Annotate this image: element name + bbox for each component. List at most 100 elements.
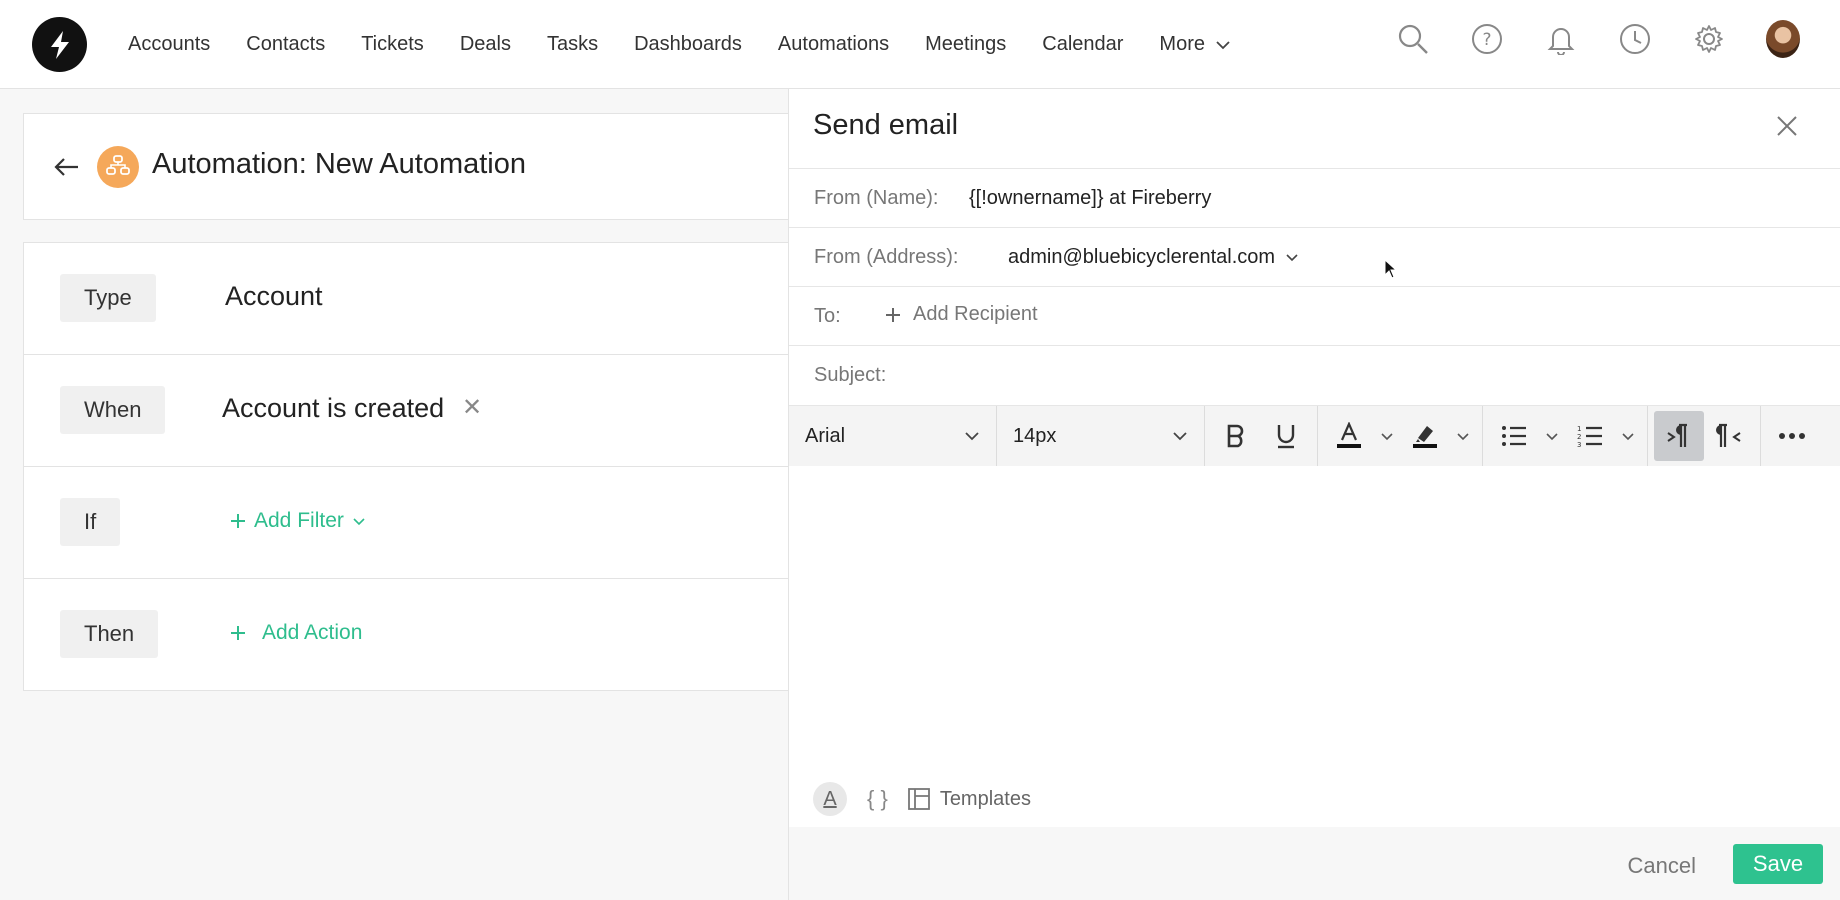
ltr-paragraph-icon bbox=[1667, 423, 1687, 447]
numbered-list-dropdown[interactable] bbox=[1615, 411, 1641, 461]
bell-icon[interactable] bbox=[1544, 22, 1578, 56]
drawer-actions: Cancel Save bbox=[789, 827, 1840, 900]
top-navigation: Accounts Contacts Tickets Deals Tasks Da… bbox=[0, 0, 1840, 89]
rule-row-type: Type Account bbox=[24, 243, 794, 355]
bullet-list-button[interactable] bbox=[1489, 411, 1539, 461]
nav-item-calendar[interactable]: Calendar bbox=[1042, 33, 1123, 56]
automation-header: Automation: New Automation bbox=[23, 113, 793, 220]
type-value[interactable]: Account bbox=[225, 281, 323, 312]
add-filter-label: Add Filter bbox=[254, 509, 344, 532]
bold-icon bbox=[1227, 424, 1244, 448]
from-address-select[interactable]: admin@bluebicyclerental.com bbox=[1008, 246, 1299, 269]
add-filter-button[interactable]: Add Filter bbox=[230, 509, 366, 533]
chevron-down-icon bbox=[1216, 40, 1230, 49]
rtl-direction-button[interactable] bbox=[1704, 411, 1754, 461]
more-group bbox=[1761, 406, 1823, 467]
if-tag: If bbox=[60, 498, 121, 546]
ellipsis-icon bbox=[1779, 433, 1805, 439]
bullet-list-dropdown[interactable] bbox=[1539, 411, 1565, 461]
when-value[interactable]: Account is created bbox=[222, 393, 444, 424]
svg-text:2: 2 bbox=[1577, 433, 1581, 441]
add-recipient-label: Add Recipient bbox=[913, 303, 1038, 325]
direction-group bbox=[1648, 405, 1761, 467]
from-name-field: From (Name): {[!ownername]} at Fireberry bbox=[789, 168, 1840, 227]
clock-icon[interactable] bbox=[1618, 22, 1652, 56]
search-icon[interactable] bbox=[1396, 22, 1430, 56]
templates-icon bbox=[907, 788, 930, 810]
font-size-value: 14px bbox=[1013, 424, 1057, 447]
more-options-button[interactable] bbox=[1767, 411, 1817, 461]
send-email-drawer: Send email From (Name): {[!ownername]} a… bbox=[788, 89, 1840, 900]
nav-icon-group: ? bbox=[1396, 20, 1800, 58]
highlight-dropdown[interactable] bbox=[1450, 411, 1476, 461]
rtl-paragraph-icon bbox=[1716, 423, 1741, 447]
nav-item-dashboards[interactable]: Dashboards bbox=[634, 33, 742, 56]
rule-row-then: Then Add Action bbox=[24, 579, 794, 691]
subject-label: Subject: bbox=[814, 364, 887, 386]
automation-icon bbox=[97, 146, 139, 188]
fireberry-logo[interactable] bbox=[32, 17, 87, 72]
save-button[interactable]: Save bbox=[1733, 844, 1823, 884]
help-icon[interactable]: ? bbox=[1470, 22, 1504, 56]
drawer-title: Send email bbox=[813, 109, 959, 141]
numbered-list-button[interactable]: 123 bbox=[1565, 411, 1615, 461]
add-action-button[interactable]: Add Action bbox=[230, 621, 362, 645]
nav-item-deals[interactable]: Deals bbox=[460, 33, 511, 56]
nav-item-accounts[interactable]: Accounts bbox=[128, 33, 210, 56]
text-color-icon bbox=[1337, 422, 1361, 448]
templates-button[interactable]: Templates bbox=[907, 788, 1031, 811]
text-color-button[interactable] bbox=[1324, 411, 1374, 461]
nav-item-tickets[interactable]: Tickets bbox=[361, 33, 424, 56]
from-address-field: From (Address): admin@bluebicyclerental.… bbox=[789, 227, 1840, 286]
chevron-down-icon bbox=[1173, 432, 1187, 441]
font-family-select[interactable]: Arial bbox=[789, 405, 997, 467]
svg-text:1: 1 bbox=[1577, 425, 1581, 433]
subject-field[interactable]: Subject: bbox=[789, 345, 1840, 404]
insert-field-icon[interactable]: { } bbox=[867, 786, 888, 812]
nav-links: Accounts Contacts Tickets Deals Tasks Da… bbox=[110, 0, 1249, 89]
svg-text:3: 3 bbox=[1577, 441, 1581, 448]
svg-text:?: ? bbox=[1482, 30, 1491, 50]
highlight-button[interactable] bbox=[1400, 411, 1450, 461]
formatting-toggle-icon[interactable]: A bbox=[813, 782, 847, 816]
editor-footer: A { } Templates bbox=[789, 771, 1840, 827]
gear-icon[interactable] bbox=[1692, 22, 1726, 56]
bullet-list-icon bbox=[1502, 426, 1526, 446]
from-address-label: From (Address): bbox=[814, 246, 959, 268]
chevron-down-icon bbox=[1546, 432, 1558, 440]
bold-button[interactable] bbox=[1211, 411, 1261, 461]
nav-item-automations[interactable]: Automations bbox=[778, 33, 889, 56]
text-color-dropdown[interactable] bbox=[1374, 411, 1400, 461]
ltr-direction-button[interactable] bbox=[1654, 411, 1704, 461]
back-arrow-icon[interactable] bbox=[52, 152, 82, 182]
from-name-label: From (Name): bbox=[814, 187, 939, 209]
nav-item-tasks[interactable]: Tasks bbox=[547, 33, 598, 56]
avatar bbox=[1766, 20, 1800, 58]
font-size-select[interactable]: 14px bbox=[997, 405, 1205, 467]
editor-toolbar: Arial 14px 1 2 3 bbox=[789, 405, 1840, 467]
cancel-button[interactable]: Cancel bbox=[1628, 853, 1696, 879]
add-recipient-button[interactable]: Add Recipient bbox=[885, 303, 1038, 326]
type-tag: Type bbox=[60, 274, 156, 322]
add-action-label: Add Action bbox=[262, 621, 363, 644]
nav-item-contacts[interactable]: Contacts bbox=[246, 33, 325, 56]
remove-trigger-icon[interactable]: ✕ bbox=[462, 393, 482, 422]
to-field: To: Add Recipient bbox=[789, 286, 1840, 345]
plus-icon bbox=[231, 626, 245, 640]
nav-more-menu[interactable]: More bbox=[1159, 33, 1231, 56]
chevron-down-icon bbox=[353, 517, 365, 525]
from-name-input[interactable]: {[!ownername]} at Fireberry bbox=[969, 187, 1211, 210]
plus-icon bbox=[231, 514, 245, 528]
user-avatar[interactable] bbox=[1766, 20, 1800, 58]
to-label: To: bbox=[814, 305, 841, 327]
numbered-list-icon: 123 bbox=[1577, 425, 1602, 448]
when-tag: When bbox=[60, 386, 166, 434]
email-body-editor[interactable] bbox=[789, 466, 1840, 706]
nav-item-meetings[interactable]: Meetings bbox=[925, 33, 1006, 56]
mouse-cursor-icon bbox=[1384, 259, 1398, 279]
text-style-group bbox=[1205, 405, 1318, 467]
close-icon[interactable] bbox=[1774, 113, 1800, 139]
chevron-down-icon bbox=[965, 432, 979, 441]
font-family-value: Arial bbox=[805, 424, 846, 447]
underline-button[interactable] bbox=[1261, 411, 1311, 461]
